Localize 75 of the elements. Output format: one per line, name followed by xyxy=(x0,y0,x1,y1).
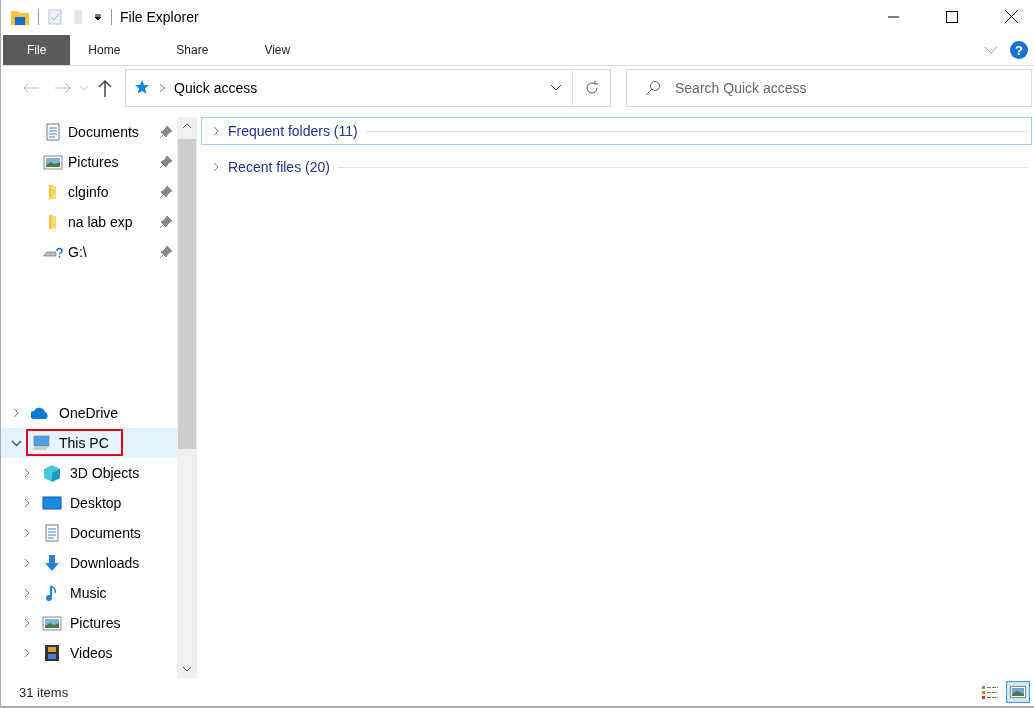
forward-arrow-icon xyxy=(55,82,71,94)
address-text: Quick access xyxy=(174,80,259,96)
group-header[interactable]: Frequent folders (11) xyxy=(201,117,1032,145)
nav-item[interactable]: Videos xyxy=(1,638,177,668)
scrollbar-thumb[interactable] xyxy=(178,139,196,449)
pin-icon[interactable] xyxy=(159,215,173,229)
large-icons-view-button[interactable] xyxy=(1006,681,1030,703)
nav-item[interactable]: This PC xyxy=(1,428,177,458)
back-arrow-icon xyxy=(23,82,39,94)
chevron-right-icon xyxy=(23,558,31,568)
chevron-down-icon xyxy=(10,439,22,447)
search-box[interactable]: Search Quick access xyxy=(626,69,1032,107)
search-icon xyxy=(645,80,661,96)
nav-item[interactable]: Pictures xyxy=(1,608,177,638)
scrollbar[interactable] xyxy=(177,117,197,678)
help-button[interactable]: ? xyxy=(1010,41,1028,59)
chevron-icon xyxy=(158,83,166,93)
up-arrow-icon xyxy=(98,79,112,97)
close-icon xyxy=(1004,10,1018,23)
computer-icon xyxy=(31,434,51,452)
group-header[interactable]: Recent files (20) xyxy=(201,153,1032,181)
chevron-right-icon xyxy=(12,408,20,418)
nav-item[interactable]: G:\ xyxy=(1,237,177,267)
ribbon-tab[interactable]: Home xyxy=(70,35,139,65)
address-bar[interactable]: Quick access xyxy=(125,69,573,107)
chevron-right-icon xyxy=(23,498,31,508)
file-tab[interactable]: File xyxy=(3,35,71,65)
nav-item[interactable]: Pictures xyxy=(1,147,177,177)
cube-icon xyxy=(42,464,62,482)
chevron-right-icon xyxy=(23,648,31,658)
ribbon-tab[interactable]: Share xyxy=(158,35,227,65)
chevron-right-icon xyxy=(212,162,220,172)
picture-icon xyxy=(1010,686,1026,698)
window-title: File Explorer xyxy=(120,8,199,25)
recent-locations-icon[interactable] xyxy=(79,85,89,91)
refresh-icon xyxy=(583,80,600,96)
document-icon xyxy=(43,123,63,141)
download-icon xyxy=(42,554,62,572)
item-count: 31 items xyxy=(19,684,69,700)
pin-icon[interactable] xyxy=(159,245,173,259)
chevron-right-icon xyxy=(23,618,31,628)
film-icon xyxy=(42,644,62,662)
chevron-right-icon xyxy=(23,588,31,598)
nav-item[interactable]: Downloads xyxy=(1,548,177,578)
nav-item[interactable]: clginfo xyxy=(1,177,177,207)
refresh-button[interactable] xyxy=(573,69,611,107)
expand-ribbon-icon[interactable] xyxy=(984,46,998,54)
folder-icon xyxy=(49,185,56,199)
minimize-icon xyxy=(887,15,899,18)
nav-item[interactable]: Desktop xyxy=(1,488,177,518)
pin-icon[interactable] xyxy=(159,185,173,199)
chevron-right-icon xyxy=(212,126,220,136)
dropdown-icon[interactable] xyxy=(93,11,103,22)
chevron-down-icon xyxy=(182,666,192,672)
properties-icon[interactable] xyxy=(47,7,63,26)
nav-item[interactable]: Documents xyxy=(1,117,177,147)
chevron-right-icon xyxy=(23,528,31,538)
picture-icon xyxy=(43,153,63,171)
nav-item[interactable]: Music xyxy=(1,578,177,608)
details-list-icon xyxy=(981,685,999,699)
nav-item[interactable]: Documents xyxy=(1,518,177,548)
pin-icon[interactable] xyxy=(159,125,173,139)
chevron-right-icon xyxy=(23,468,31,478)
ribbon-tab[interactable]: View xyxy=(246,35,309,65)
picture-icon xyxy=(42,614,62,632)
document-icon xyxy=(42,524,62,542)
desktop-icon xyxy=(42,494,62,512)
dropdown-icon[interactable] xyxy=(550,84,562,92)
pin-icon[interactable] xyxy=(159,155,173,169)
nav-item[interactable]: 3D Objects xyxy=(1,458,177,488)
chevron-up-icon xyxy=(182,123,192,129)
maximize-icon xyxy=(946,10,958,23)
nav-item[interactable]: OneDrive xyxy=(1,398,177,428)
nav-item[interactable]: na lab exp xyxy=(1,207,177,237)
folder-icon xyxy=(49,215,56,229)
